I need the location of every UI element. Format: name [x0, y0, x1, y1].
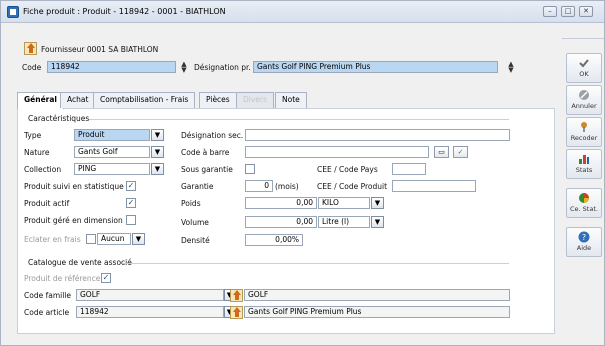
app-icon: [7, 6, 19, 18]
code-article-select[interactable]: 118942: [76, 306, 224, 318]
designation-label: Désignation pr.: [194, 63, 251, 72]
stats-label: Stats: [575, 166, 593, 174]
cancel-icon: [579, 90, 589, 100]
type-dropdown-icon[interactable]: ▼: [151, 129, 164, 141]
tab-pieces[interactable]: Pièces: [199, 92, 237, 108]
barcode-icon[interactable]: ▭: [434, 146, 449, 158]
annuler-button[interactable]: Annuler: [566, 85, 602, 115]
type-select[interactable]: Produit: [74, 129, 150, 141]
pie-chart-icon: [579, 193, 589, 203]
sidebar-divider: [562, 38, 604, 39]
code-famille-label: Code famille: [24, 291, 71, 300]
recoder-label: Recoder: [570, 134, 598, 142]
svg-text:?: ?: [582, 233, 586, 242]
volume-label: Volume: [181, 218, 209, 227]
section-title-caracteristiques: Caractéristiques: [28, 114, 90, 123]
sous-garantie-label: Sous garantie: [181, 165, 233, 174]
article-home-icon[interactable]: [230, 306, 243, 319]
supplier-label: Fournisseur 0001 SA BIATHLON: [41, 45, 159, 54]
collection-label: Collection: [24, 165, 62, 174]
article-description: Gants Golf PING Premium Plus: [244, 306, 510, 318]
dimension-label: Produit géré en dimension: [24, 216, 123, 225]
volume-unit-dropdown-icon[interactable]: ▼: [371, 216, 384, 228]
code-barre-input[interactable]: [245, 146, 429, 158]
code-famille-select[interactable]: GOLF: [76, 289, 224, 301]
poids-input[interactable]: 0,00: [245, 197, 317, 209]
ce-stat-label: Ce. Stat.: [570, 205, 598, 213]
code-spinner-icon[interactable]: ▲ ▼: [179, 61, 189, 74]
home-icon[interactable]: [24, 42, 37, 55]
annuler-label: Annuler: [571, 102, 597, 110]
garantie-input[interactable]: 0: [245, 180, 273, 192]
eclater-frais-label: Eclater en frais: [24, 235, 81, 244]
cee-produit-label: CEE / Code Produit: [317, 182, 388, 191]
recoder-button[interactable]: Recoder: [566, 117, 602, 147]
aide-label: Aide: [576, 244, 592, 252]
checkmark-icon: [579, 59, 589, 68]
garantie-label: Garantie: [181, 182, 214, 191]
stats-button[interactable]: Stats: [566, 149, 602, 179]
suivi-statistique-checkbox[interactable]: ✓: [126, 181, 136, 191]
help-icon: ?: [578, 231, 590, 243]
tab-divers: Divers: [236, 92, 274, 108]
tab-note[interactable]: Note: [275, 92, 307, 108]
section-title-catalogue: Catalogue de vente associé: [28, 258, 132, 267]
densite-label: Densité: [181, 236, 210, 245]
close-button[interactable]: ✕: [579, 6, 593, 17]
pin-icon: [581, 122, 587, 132]
produit-reference-label: Produit de référence: [24, 274, 101, 283]
nature-select[interactable]: Gants Golf: [74, 146, 150, 158]
minimize-button[interactable]: –: [543, 6, 557, 17]
produit-actif-label: Produit actif: [24, 199, 70, 208]
code-input[interactable]: 118942: [47, 61, 176, 73]
type-label: Type: [24, 131, 42, 140]
ok-button[interactable]: OK: [566, 53, 602, 83]
poids-label: Poids: [181, 199, 201, 208]
code-article-label: Code article: [24, 308, 70, 317]
barcode-generate-icon[interactable]: ✓: [453, 146, 468, 158]
tab-general[interactable]: Général: [17, 92, 64, 109]
garantie-unit: (mois): [275, 182, 299, 191]
sous-garantie-checkbox[interactable]: ✓: [245, 164, 255, 174]
designation-input[interactable]: Gants Golf PING Premium Plus: [253, 61, 498, 73]
eclater-dropdown-icon[interactable]: ▼: [132, 233, 145, 245]
dimension-checkbox[interactable]: ✓: [126, 215, 136, 225]
section-divider: [89, 119, 509, 120]
produit-reference-checkbox[interactable]: ✓: [101, 273, 111, 283]
collection-select[interactable]: PING: [74, 163, 150, 175]
volume-unit-select[interactable]: Litre (l): [318, 216, 370, 228]
eclater-frais-checkbox[interactable]: ✓: [86, 234, 96, 244]
designation-spinner-icon[interactable]: ▲ ▼: [506, 61, 516, 74]
code-label: Code: [22, 63, 42, 72]
cee-pays-input[interactable]: [392, 163, 426, 175]
code-barre-label: Code à barre: [181, 148, 230, 157]
maximize-button[interactable]: □: [561, 6, 575, 17]
collection-dropdown-icon[interactable]: ▼: [151, 163, 164, 175]
eclater-select[interactable]: Aucun: [97, 233, 131, 245]
produit-actif-checkbox[interactable]: ✓: [126, 198, 136, 208]
designation-sec-label: Désignation sec.: [181, 131, 244, 140]
nature-label: Nature: [24, 148, 50, 157]
nature-dropdown-icon[interactable]: ▼: [151, 146, 164, 158]
tab-comptabilisation[interactable]: Comptabilisation - Frais: [93, 92, 196, 108]
product-window: Fiche produit : Produit - 118942 - 0001 …: [0, 0, 605, 346]
poids-unit-dropdown-icon[interactable]: ▼: [371, 197, 384, 209]
cee-produit-input[interactable]: [392, 180, 476, 192]
volume-input[interactable]: 0,00: [245, 216, 317, 228]
poids-unit-select[interactable]: KILO: [318, 197, 370, 209]
densite-input[interactable]: 0,00%: [245, 234, 303, 246]
cee-pays-label: CEE / Code Pays: [317, 165, 378, 174]
famille-description: GOLF: [244, 289, 510, 301]
ok-label: OK: [579, 70, 589, 78]
suivi-statistique-label: Produit suivi en statistique: [24, 182, 124, 191]
title-bar: Fiche produit : Produit - 118942 - 0001 …: [1, 1, 604, 23]
designation-sec-input[interactable]: [245, 129, 510, 141]
aide-button[interactable]: ? Aide: [566, 227, 602, 257]
window-title: Fiche produit : Produit - 118942 - 0001 …: [23, 7, 226, 16]
famille-home-icon[interactable]: [230, 289, 243, 302]
tab-achat[interactable]: Achat: [60, 92, 96, 108]
catalogue-divider: [123, 263, 509, 264]
ce-stat-button[interactable]: Ce. Stat.: [566, 188, 602, 218]
bar-chart-icon: [579, 155, 589, 164]
